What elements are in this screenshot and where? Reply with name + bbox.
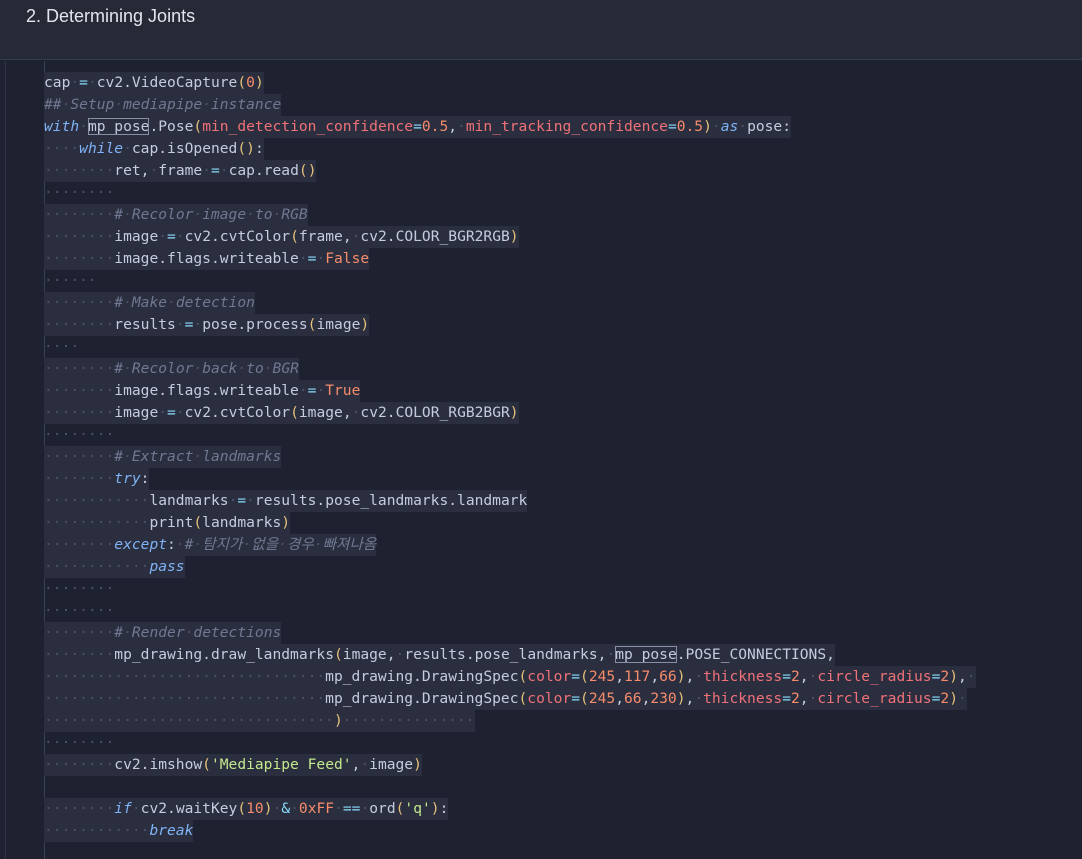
- code-line-text: ········: [44, 602, 115, 619]
- cell-title: 2. Determining Joints: [26, 6, 196, 26]
- code-line-text: ········except:·#·탐지가·없을·경우·빠져나옴: [44, 534, 377, 556]
- code-line[interactable]: ········results·=·pose.process(image): [44, 314, 976, 336]
- code-line-text: ······: [44, 272, 97, 289]
- code-line[interactable]: ········image.flags.writeable·=·True: [44, 380, 976, 402]
- code-line[interactable]: ······: [44, 270, 976, 292]
- code-line-text: cap·=·cv2.VideoCapture(0): [44, 72, 264, 94]
- code-line[interactable]: ·································)······…: [44, 710, 976, 732]
- code-line[interactable]: ····while·cap.isOpened():: [44, 138, 976, 160]
- code-line-text: ································mp_drawi…: [44, 666, 976, 688]
- code-line[interactable]: ##·Setup·mediapipe·instance: [44, 94, 976, 116]
- code-line[interactable]: ········#·Recolor·image·to·RGB: [44, 204, 976, 226]
- code-line-text: ········: [44, 426, 115, 443]
- code-line[interactable]: ········image·=·cv2.cvtColor(frame,·cv2.…: [44, 226, 976, 248]
- code-line-text: ········image·=·cv2.cvtColor(frame,·cv2.…: [44, 226, 519, 248]
- code-line-text: ········#·Extract·landmarks: [44, 446, 282, 468]
- code-line-text: ········image.flags.writeable·=·True: [44, 380, 361, 402]
- code-editor[interactable]: cap·=·cv2.VideoCapture(0) ##·Setup·mediap…: [5, 61, 1082, 859]
- code-line-text: ············landmarks·=·results.pose_lan…: [44, 490, 528, 512]
- code-line[interactable]: with·mp_pose.Pose(min_detection_confiden…: [44, 116, 976, 138]
- code-line[interactable]: ········cv2.imshow('Mediapipe Feed',·ima…: [44, 754, 976, 776]
- code-line[interactable]: ········image·=·cv2.cvtColor(image,·cv2.…: [44, 402, 976, 424]
- code-line-text: ············print(landmarks): [44, 512, 291, 534]
- code-line-text: ············pass: [44, 556, 185, 578]
- code-line-text: ········: [44, 734, 115, 751]
- code-line[interactable]: ········mp_drawing.draw_landmarks(image,…: [44, 644, 976, 666]
- code-line-text: ········image·=·cv2.cvtColor(image,·cv2.…: [44, 402, 519, 424]
- cell-header: 2. Determining Joints: [0, 0, 1082, 60]
- code-line[interactable]: ········image.flags.writeable·=·False: [44, 248, 976, 270]
- code-line-text: ········try:: [44, 468, 150, 490]
- code-line-text: ····: [44, 338, 80, 355]
- code-line-text: ········cv2.imshow('Mediapipe Feed',·ima…: [44, 754, 422, 776]
- code-line[interactable]: ········#·Recolor·back·to·BGR: [44, 358, 976, 380]
- code-line[interactable]: ········if·cv2.waitKey(10)·&·0xFF·==·ord…: [44, 798, 976, 820]
- code-line-text: ····while·cap.isOpened():: [44, 138, 264, 160]
- code-line[interactable]: ········: [44, 600, 976, 622]
- code-line-text: ············break: [44, 820, 194, 842]
- code-line[interactable]: ········: [44, 182, 976, 204]
- code-line-text: ········image.flags.writeable·=·False: [44, 248, 370, 270]
- code-line-text: ·································)······…: [44, 710, 475, 732]
- code-line[interactable]: ································mp_drawi…: [44, 666, 976, 688]
- code-line-text: ································mp_drawi…: [44, 688, 967, 710]
- code-line-text: ········: [44, 580, 115, 597]
- code-line-text: ········#·Recolor·back·to·BGR: [44, 358, 299, 380]
- code-block[interactable]: cap·=·cv2.VideoCapture(0) ##·Setup·mediap…: [44, 72, 976, 842]
- code-line[interactable]: [44, 776, 976, 798]
- code-line[interactable]: ············pass: [44, 556, 976, 578]
- code-line[interactable]: ································mp_drawi…: [44, 688, 976, 710]
- code-line[interactable]: cap·=·cv2.VideoCapture(0): [44, 72, 976, 94]
- code-line[interactable]: ········#·Extract·landmarks: [44, 446, 976, 468]
- code-line[interactable]: ········except:·#·탐지가·없을·경우·빠져나옴: [44, 534, 976, 556]
- code-line-text: ##·Setup·mediapipe·instance: [44, 94, 282, 116]
- code-line[interactable]: ········#·Make·detection: [44, 292, 976, 314]
- code-line[interactable]: ············landmarks·=·results.pose_lan…: [44, 490, 976, 512]
- code-line[interactable]: ····: [44, 336, 976, 358]
- code-line-text: ········results·=·pose.process(image): [44, 314, 370, 336]
- code-line-text: ········#·Render·detections: [44, 622, 282, 644]
- code-line-text: ········#·Recolor·image·to·RGB: [44, 204, 308, 226]
- code-line[interactable]: ········: [44, 424, 976, 446]
- code-line[interactable]: ········ret,·frame·=·cap.read(): [44, 160, 976, 182]
- code-line-text: ········if·cv2.waitKey(10)·&·0xFF·==·ord…: [44, 798, 449, 820]
- code-line-text: ········: [44, 184, 115, 201]
- code-line[interactable]: ········: [44, 578, 976, 600]
- code-line[interactable]: ········#·Render·detections: [44, 622, 976, 644]
- code-line-text: ········#·Make·detection: [44, 292, 255, 314]
- code-line[interactable]: ············print(landmarks): [44, 512, 976, 534]
- code-line[interactable]: ············break: [44, 820, 976, 842]
- code-line-text: with·mp_pose.Pose(min_detection_confiden…: [44, 116, 792, 138]
- code-line-text: ········mp_drawing.draw_landmarks(image,…: [44, 644, 835, 666]
- code-line[interactable]: ········try:: [44, 468, 976, 490]
- code-line[interactable]: ········: [44, 732, 976, 754]
- code-line-text: ········ret,·frame·=·cap.read(): [44, 160, 317, 182]
